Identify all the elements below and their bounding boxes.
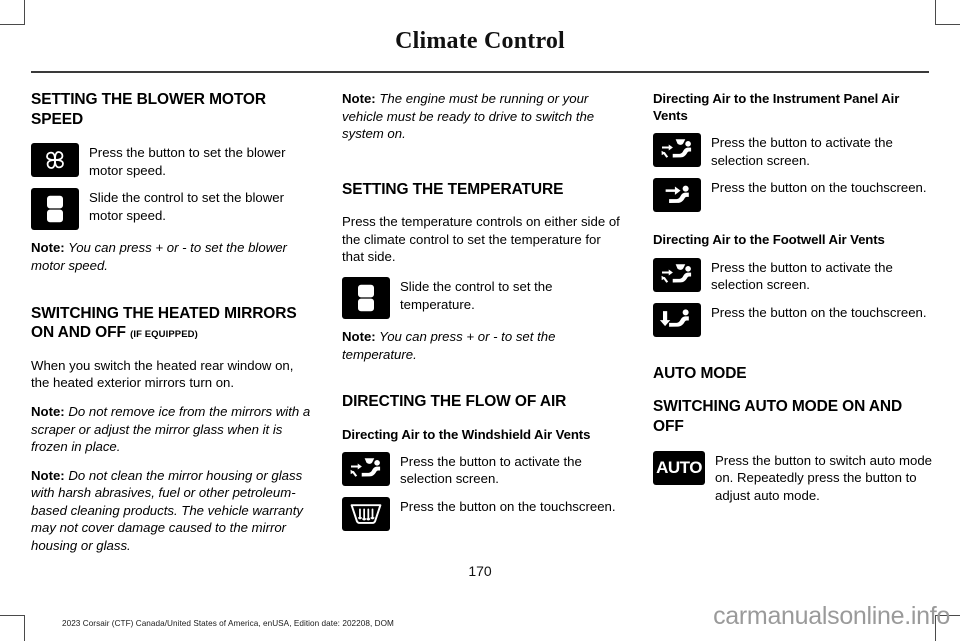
crop-mark-top-left	[0, 0, 25, 25]
heading-if-equipped: (IF EQUIPPED)	[130, 329, 198, 341]
note-text: You can press + or - to set the blower m…	[31, 240, 287, 273]
note-label: Note:	[342, 91, 376, 106]
windshield-defrost-icon[interactable]	[342, 496, 390, 531]
note-mirror-cleaning: Note: Do not clean the mirror housing or…	[31, 467, 313, 555]
row-blower-fan-button: Press the button to set the blower motor…	[31, 143, 313, 179]
row-footwell-selection-text: Press the button to activate the selecti…	[711, 259, 893, 293]
note-engine-running: Note: The engine must be running or your…	[342, 90, 624, 143]
row-panel-touchscreen-text: Press the button on the touchscreen.	[711, 180, 927, 196]
edition-info: 2023 Corsair (CTF) Canada/United States …	[62, 619, 394, 628]
row-windshield-selection-screen: Press the button to activate the selecti…	[342, 451, 624, 488]
content-columns: SETTING THE BLOWER MOTOR SPEED Press the…	[31, 90, 932, 553]
header-divider	[31, 71, 929, 73]
rocker-slider-icon[interactable]	[31, 188, 79, 231]
note-blower-plus-minus: Note: You can press + or - to set the bl…	[31, 239, 313, 274]
row-windshield-touchscreen-text: Press the button on the touchscreen.	[400, 498, 616, 514]
heading-instrument-panel-air-vents: Directing Air to the Instrument Panel Ai…	[653, 91, 900, 124]
para-heated-mirrors: When you switch the heated rear window o…	[31, 357, 294, 391]
note-temperature-plus-minus: Note: You can press + or - to set the te…	[342, 328, 624, 363]
note-text: Do not clean the mirror housing or glass…	[31, 467, 303, 553]
seat-airflow-select-icon[interactable]	[342, 451, 390, 486]
note-text: Do not remove ice from the mirrors with …	[31, 403, 311, 455]
page-number: 170	[468, 563, 492, 579]
column-middle: Note: The engine must be running or your…	[342, 90, 624, 531]
row-auto-mode-text: Press the button to switch auto mode on.…	[715, 452, 932, 503]
fan-icon[interactable]	[31, 143, 79, 178]
heading-windshield-air-vents: Directing Air to the Windshield Air Vent…	[342, 426, 591, 442]
row-blower-slider-button: Slide the control to set the blower moto…	[31, 188, 313, 231]
auto-button-label: AUTO	[656, 458, 702, 478]
heading-directing-flow-of-air: DIRECTING THE FLOW OF AIR	[342, 393, 567, 411]
note-text: The engine must be running or your vehic…	[342, 91, 595, 142]
column-left: SETTING THE BLOWER MOTOR SPEED Press the…	[31, 90, 313, 553]
page-title: Climate Control	[395, 28, 565, 54]
seat-panel-vent-icon[interactable]	[653, 178, 701, 213]
heading-footwell-air-vents: Directing Air to the Footwell Air Vents	[653, 232, 885, 248]
seat-airflow-select-icon[interactable]	[653, 133, 701, 168]
heading-switching-auto-mode: SWITCHING AUTO MODE ON AND OFF	[653, 398, 903, 435]
row-footwell-touchscreen-button: Press the button on the touchscreen.	[653, 302, 935, 337]
row-footwell-touchscreen-text: Press the button on the touchscreen.	[711, 304, 927, 320]
note-label: Note:	[31, 403, 65, 419]
row-temperature-slider-text: Slide the control to set the temperature…	[400, 278, 553, 312]
row-auto-mode-button: AUTO Press the button to switch auto mod…	[653, 450, 935, 505]
row-panel-touchscreen-button: Press the button on the touchscreen.	[653, 178, 935, 213]
row-panel-selection-screen: Press the button to activate the selecti…	[653, 133, 935, 169]
heading-auto-mode: AUTO MODE	[653, 364, 747, 382]
row-footwell-selection-screen: Press the button to activate the selecti…	[653, 257, 935, 294]
note-label: Note:	[31, 467, 65, 483]
seat-airflow-select-icon[interactable]	[653, 257, 701, 292]
row-panel-selection-text: Press the button to activate the selecti…	[711, 135, 893, 168]
note-mirror-scraper: Note: Do not remove ice from the mirrors…	[31, 403, 313, 456]
seat-footwell-vent-icon[interactable]	[653, 302, 701, 337]
crop-mark-top-right	[935, 0, 960, 25]
crop-mark-bottom-left	[0, 615, 25, 641]
note-label: Note:	[31, 240, 65, 256]
heading-switching-heated-mirrors: SWITCHING THE HEATED MIRRORS ON AND OFF …	[31, 304, 313, 343]
heading-setting-the-temperature: SETTING THE TEMPERATURE	[342, 180, 564, 198]
row-blower-fan-text: Press the button to set the blower motor…	[89, 145, 286, 178]
row-windshield-selection-text: Press the button to activate the selecti…	[400, 453, 582, 487]
row-windshield-touchscreen-button: Press the button on the touchscreen.	[342, 496, 624, 531]
column-right: Directing Air to the Instrument Panel Ai…	[653, 90, 935, 530]
site-watermark: carmanualsonline.info	[713, 602, 950, 630]
note-label: Note:	[342, 328, 376, 344]
auto-button-icon[interactable]: AUTO	[653, 450, 705, 485]
para-temperature-controls: Press the temperature controls on either…	[342, 214, 620, 265]
heading-setting-blower-motor-speed: SETTING THE BLOWER MOTOR SPEED	[31, 91, 266, 128]
page-header: Climate Control	[0, 28, 960, 55]
rocker-slider-icon[interactable]	[342, 276, 390, 319]
row-blower-slider-text: Slide the control to set the blower moto…	[89, 190, 284, 223]
row-temperature-slider-button: Slide the control to set the temperature…	[342, 276, 624, 319]
